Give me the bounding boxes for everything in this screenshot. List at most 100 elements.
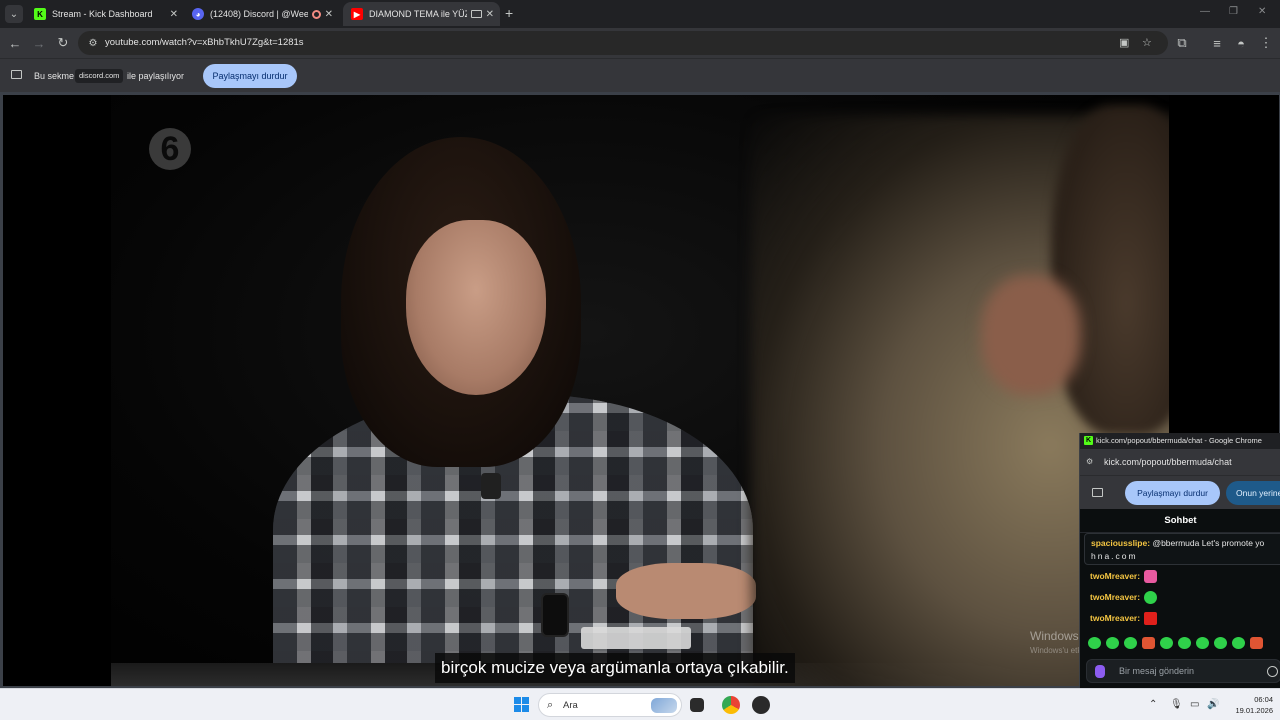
- blurred-interviewer-hand: [981, 275, 1081, 395]
- clock-time: 06:04: [1254, 695, 1273, 704]
- kick-chat-popout-window: K kick.com/popout/bbermuda/chat - Google…: [1079, 433, 1280, 688]
- tab-search-button[interactable]: ⌄: [5, 5, 23, 23]
- popout-sharing-bar: Paylaşmayı durdur Onun yerine: [1080, 475, 1280, 509]
- media-controls-icon[interactable]: ≡: [1208, 34, 1226, 52]
- forward-icon[interactable]: →: [30, 34, 48, 52]
- green-emote-icon: [1232, 637, 1245, 649]
- video-frame-image: 6: [111, 95, 1169, 686]
- tab-kick-dashboard[interactable]: K Stream - Kick Dashboard ✕: [26, 2, 184, 26]
- share-this-instead-button[interactable]: Onun yerine: [1226, 481, 1280, 505]
- red-emote-icon: [1142, 637, 1155, 649]
- emoji-icon[interactable]: [1267, 666, 1278, 677]
- pinned-message: spaciousslipe: @bbermuda Let's promote y…: [1084, 533, 1280, 565]
- extensions-icon[interactable]: ⧉: [1173, 34, 1191, 52]
- tab-sharing-bar: Bu sekme discord.com ile paylaşılıyor Pa…: [0, 58, 1280, 92]
- chat-message: twoMreaver:: [1090, 610, 1158, 626]
- network-icon[interactable]: ▭: [1190, 699, 1199, 710]
- reload-icon[interactable]: ↻: [54, 34, 72, 52]
- chrome-icon[interactable]: [722, 696, 740, 714]
- clock-date: 19.01.2026: [1235, 706, 1273, 715]
- site-info-icon[interactable]: ⚙: [86, 36, 100, 50]
- sharing-indicator-icon: [470, 10, 482, 18]
- new-tab-icon[interactable]: +: [505, 5, 513, 21]
- menu-icon[interactable]: ⋮: [1257, 34, 1275, 52]
- sharing-suffix: ile paylaşılıyor: [127, 71, 185, 81]
- taskbar-search[interactable]: ⌕ Ara: [538, 693, 682, 717]
- red-emote-icon: [1250, 637, 1263, 649]
- chat-username[interactable]: twoMreaver:: [1090, 571, 1140, 581]
- show-hidden-icons-icon[interactable]: ⌃: [1149, 699, 1157, 710]
- pinned-username[interactable]: spaciousslipe:: [1091, 538, 1150, 548]
- chat-input-placeholder: Bir mesaj gönderin: [1119, 666, 1195, 676]
- video-subtitle: birçok mucize veya argümanla ortaya çıka…: [435, 653, 795, 683]
- bookmark-star-icon[interactable]: ☆: [1142, 36, 1152, 49]
- pinned-text: @bbermuda Let's promote yo: [1152, 538, 1265, 548]
- address-bar[interactable]: ⚙ youtube.com/watch?v=xBhbTkhU7Zg&t=1281…: [78, 31, 1168, 55]
- tab-discord[interactable]: ◕ (12408) Discord | @Weezly ✕: [184, 2, 339, 26]
- person-hands: [616, 563, 756, 619]
- cast-icon[interactable]: ▣: [1119, 36, 1129, 49]
- close-icon[interactable]: ✕: [325, 9, 333, 20]
- popout-title-bar: K kick.com/popout/bbermuda/chat - Google…: [1080, 433, 1280, 449]
- youtube-icon: ▶: [351, 8, 363, 20]
- search-highlight-icon: [651, 698, 677, 713]
- stop-sharing-button[interactable]: Paylaşmayı durdur: [203, 64, 297, 88]
- popout-stop-sharing-button[interactable]: Paylaşmayı durdur: [1125, 481, 1220, 505]
- obs-icon[interactable]: [752, 696, 770, 714]
- start-button[interactable]: [514, 697, 529, 712]
- tab-title: Stream - Kick Dashboard: [52, 9, 153, 19]
- maximize-icon[interactable]: ❐: [1229, 6, 1238, 17]
- green-emote-icon: [1106, 637, 1119, 649]
- green-emote-icon: [1214, 637, 1227, 649]
- kick-icon: K: [1084, 436, 1093, 445]
- profile-icon[interactable]: ◓: [1232, 34, 1250, 52]
- site-info-icon[interactable]: ⚙: [1086, 457, 1093, 466]
- url-text[interactable]: youtube.com/watch?v=xBhbTkhU7Zg&t=1281s: [105, 37, 304, 48]
- screen-share-icon: [1092, 488, 1103, 497]
- channel-logo: 6: [149, 128, 191, 170]
- back-icon[interactable]: ←: [6, 34, 24, 52]
- task-view-icon[interactable]: [690, 698, 704, 712]
- lapel-mic: [481, 473, 501, 499]
- discord-icon: ◕: [192, 8, 204, 20]
- windows-taskbar: ⌕ Ara ⌃ 🎙 ▭ 🔊 06:04 19.01.2026: [0, 688, 1280, 720]
- pink-emote-icon: [1144, 569, 1158, 583]
- green-emote-icon: [1160, 637, 1173, 649]
- wrist-watch: [541, 593, 569, 637]
- person-face: [406, 220, 546, 395]
- popout-window-title: kick.com/popout/bbermuda/chat - Google C…: [1096, 436, 1262, 445]
- system-clock[interactable]: 06:04 19.01.2026: [1225, 694, 1273, 716]
- tab-youtube[interactable]: ▶ DIAMOND TEMA ile YÜZLE ✕: [343, 2, 500, 26]
- chat-message: twoMreaver:: [1090, 568, 1158, 584]
- pinned-text-line2: hna.com: [1091, 551, 1138, 561]
- chat-title: Sohbet: [1080, 509, 1280, 533]
- volume-icon[interactable]: 🔊: [1207, 699, 1219, 710]
- emote-spam-row: [1088, 637, 1263, 651]
- green-emote-icon: [1124, 637, 1137, 649]
- taskbar-search-label: Ara: [563, 700, 578, 711]
- chat-message: twoMreaver:: [1090, 589, 1158, 605]
- red-x-emote-icon: [1144, 611, 1158, 625]
- tab-title: (12408) Discord | @Weezly: [210, 9, 308, 19]
- chat-message-input[interactable]: Bir mesaj gönderin: [1086, 659, 1280, 683]
- close-icon[interactable]: ✕: [486, 9, 494, 20]
- green-emote-icon: [1178, 637, 1191, 649]
- window-close-icon[interactable]: ✕: [1258, 6, 1266, 17]
- green-face-emote-icon: [1144, 590, 1158, 604]
- close-icon[interactable]: ✕: [170, 9, 178, 20]
- tab-title: DIAMOND TEMA ile YÜZLE: [369, 9, 467, 19]
- mic-icon[interactable]: [1095, 665, 1105, 678]
- sharing-prefix: Bu sekme: [34, 71, 75, 81]
- table-card: [581, 627, 691, 649]
- popout-address-bar: ⚙ kick.com/popout/bbermuda/chat: [1080, 449, 1280, 475]
- minimize-icon[interactable]: —: [1200, 6, 1210, 17]
- tab-strip: ⌄ K Stream - Kick Dashboard ✕ ◕ (12408) …: [0, 0, 1280, 28]
- microphone-icon[interactable]: 🎙: [1170, 699, 1183, 710]
- chat-username[interactable]: twoMreaver:: [1090, 592, 1140, 602]
- popout-url: kick.com/popout/bbermuda/chat: [1104, 457, 1232, 467]
- chat-username[interactable]: twoMreaver:: [1090, 613, 1140, 623]
- kick-icon: K: [34, 8, 46, 20]
- search-icon: ⌕: [547, 699, 554, 711]
- recording-icon: [311, 9, 321, 19]
- sharing-domain: discord.com: [75, 69, 124, 83]
